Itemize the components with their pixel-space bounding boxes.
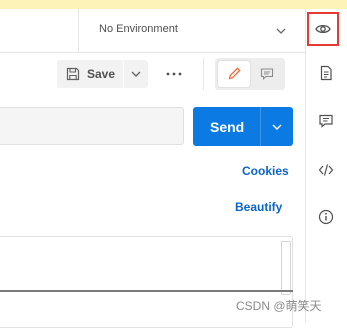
environment-label: No Environment [99,23,178,35]
url-field[interactable] [0,108,203,144]
info-icon [318,209,334,225]
code-icon [318,164,334,176]
right-sidebar [305,9,347,323]
sidebar-item-documentation[interactable] [306,53,346,93]
ellipsis-icon [166,72,182,76]
comment-icon [260,68,274,81]
request-body-editor[interactable] [0,236,293,328]
view-mode-toggle [215,58,285,90]
chevron-down-icon [272,124,282,130]
sidebar-item-info[interactable] [306,197,346,237]
send-label: Send [210,119,245,135]
cookies-link[interactable]: Cookies [242,164,289,178]
floppy-disk-icon [66,67,80,81]
request-url-input[interactable] [0,107,203,145]
sidebar-item-quick-look[interactable] [307,12,339,46]
watermark: CSDN @萌笑天 [236,299,322,313]
eye-icon [315,24,331,34]
send-button[interactable]: Send [193,107,260,146]
save-options-button[interactable] [124,60,148,88]
more-actions-button[interactable] [160,60,188,88]
document-icon [320,65,332,81]
sidebar-item-code[interactable] [306,150,346,190]
send-options-button[interactable] [261,107,293,146]
sidebar-item-comments[interactable] [306,101,346,141]
edit-mode-button[interactable] [218,61,250,87]
save-label: Save [87,67,116,81]
comment-mode-button[interactable] [252,61,282,87]
editor-scrollbar-thumb[interactable] [281,241,291,295]
environment-selector[interactable]: No Environment [79,9,305,52]
pencil-icon [228,67,241,80]
toolbar-divider [203,58,204,90]
chevron-down-icon [131,71,141,77]
comment-icon [319,114,333,128]
chevron-down-icon [276,28,286,34]
editor-horizontal-divider [0,290,293,292]
beautify-link[interactable]: Beautify [235,200,282,214]
notification-strip [0,0,347,9]
save-button[interactable]: Save [57,60,123,88]
